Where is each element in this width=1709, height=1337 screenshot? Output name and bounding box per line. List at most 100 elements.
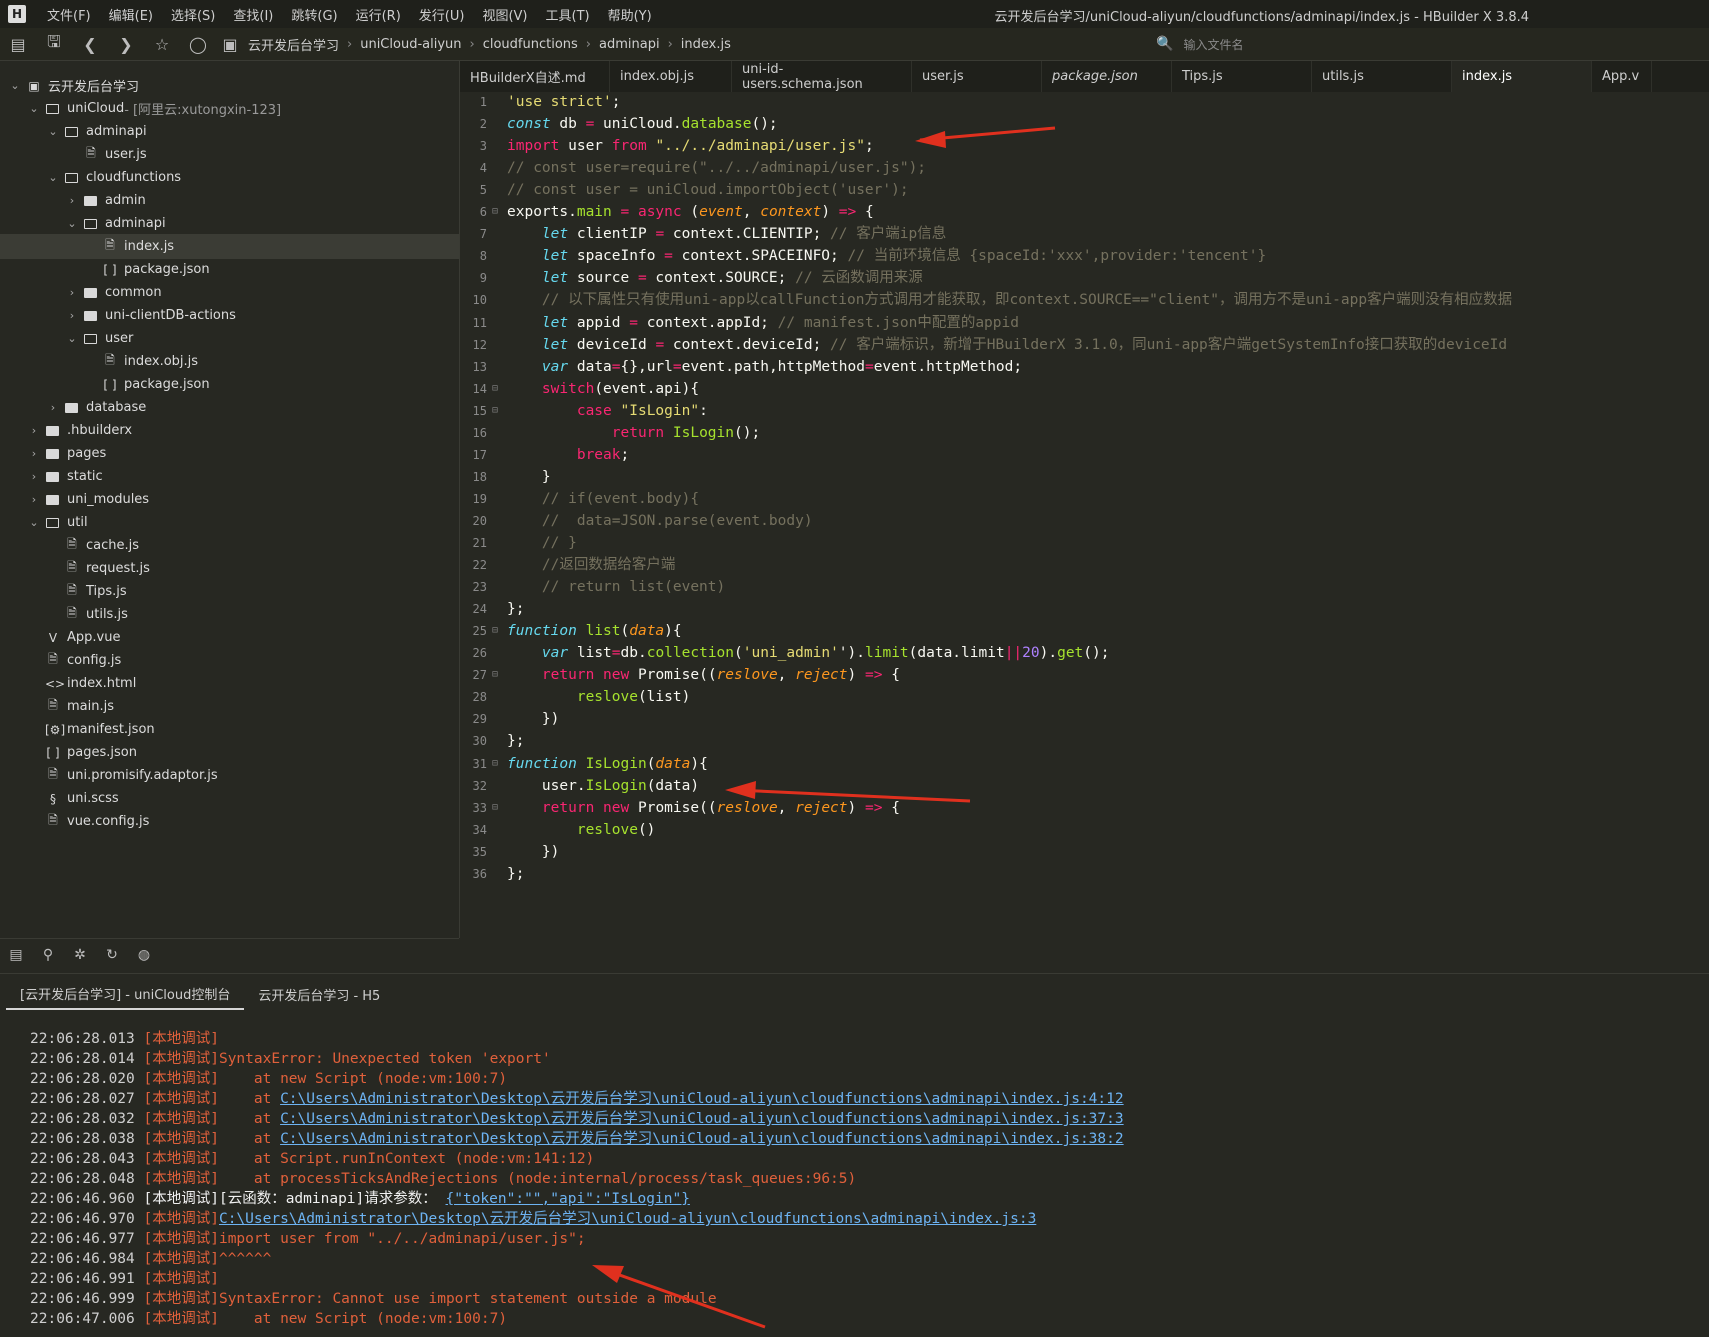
- chevron-down-icon[interactable]: ⌄: [27, 102, 41, 115]
- console-link[interactable]: {"token":"","api":"IsLogin"}: [446, 1191, 690, 1207]
- fold-toggle-icon[interactable]: ⊟: [492, 620, 502, 642]
- tree-item-package-json[interactable]: [ ] package.json: [0, 372, 459, 397]
- tree-item-pages-json[interactable]: [ ] pages.json: [0, 740, 459, 765]
- tree-item-uni-scss[interactable]: § uni.scss: [0, 786, 459, 811]
- chevron-right-icon[interactable]: ›: [65, 286, 79, 299]
- chevron-down-icon[interactable]: ⌄: [27, 516, 41, 529]
- tree-item-uni-promisify-adaptor-js[interactable]: 🗎 uni.promisify.adaptor.js: [0, 763, 459, 788]
- tree-item-index-js[interactable]: 🗎 index.js: [0, 234, 459, 259]
- chevron-right-icon[interactable]: ›: [27, 493, 41, 506]
- tree-item-user[interactable]: ⌄ user: [0, 326, 459, 351]
- back-icon[interactable]: ❮: [72, 29, 108, 59]
- tree-item-unicloud[interactable]: ⌄ uniCloud - [阿里云:xutongxin-123]: [0, 96, 459, 121]
- tab-uni-id-users-schema-json[interactable]: uni-id-users.schema.json: [732, 61, 912, 92]
- tree-item-uni-clientdb-actions[interactable]: › uni-clientDB-actions: [0, 303, 459, 328]
- tree-item-vue-config-js[interactable]: 🗎 vue.config.js: [0, 809, 459, 834]
- tree-item-pages[interactable]: › pages: [0, 441, 459, 466]
- file-search-input[interactable]: 🔍 输入文件名: [1156, 32, 1456, 56]
- menu-item-3[interactable]: 查找(I): [224, 5, 282, 24]
- menu-item-7[interactable]: 视图(V): [473, 5, 536, 24]
- tab-user-js[interactable]: user.js: [912, 61, 1042, 92]
- plugin-icon[interactable]: ⚲: [32, 947, 64, 963]
- chevron-right-icon[interactable]: ›: [65, 309, 79, 322]
- breadcrumb-item[interactable]: index.js: [677, 37, 735, 52]
- tree-item-tips-js[interactable]: 🗎 Tips.js: [0, 579, 459, 604]
- tab-package-json[interactable]: package.json: [1042, 61, 1172, 92]
- menu-item-0[interactable]: 文件(F): [38, 5, 100, 24]
- tree-item-app-vue[interactable]: V App.vue: [0, 625, 459, 650]
- chevron-right-icon[interactable]: ›: [27, 424, 41, 437]
- breadcrumb-item[interactable]: 云开发后台学习: [244, 35, 343, 54]
- git-icon[interactable]: ↻: [96, 947, 128, 963]
- star-icon[interactable]: ☆: [144, 29, 180, 59]
- breadcrumb-item[interactable]: cloudfunctions: [479, 37, 582, 52]
- tree-item-user-js[interactable]: 🗎 user.js: [0, 142, 459, 167]
- chevron-right-icon[interactable]: ›: [46, 401, 60, 414]
- extension-icon[interactable]: ◍: [128, 947, 160, 963]
- tab-index-obj-js[interactable]: index.obj.js: [610, 61, 732, 92]
- run-icon[interactable]: ◯: [180, 29, 216, 59]
- tree-item-common[interactable]: › common: [0, 280, 459, 305]
- fold-toggle-icon[interactable]: ⊟: [492, 753, 502, 775]
- fold-toggle-icon[interactable]: ⊟: [492, 400, 502, 422]
- fold-toggle-icon[interactable]: ⊟: [492, 664, 502, 686]
- console-link[interactable]: C:\Users\Administrator\Desktop\云开发后台学习\u…: [280, 1131, 1124, 1147]
- tree-item-cloudfunctions[interactable]: ⌄ cloudfunctions: [0, 165, 459, 190]
- tree-item-util[interactable]: ⌄ util: [0, 510, 459, 535]
- tab-index-js[interactable]: index.js: [1452, 61, 1592, 92]
- chevron-right-icon[interactable]: ›: [27, 470, 41, 483]
- menu-item-4[interactable]: 跳转(G): [282, 5, 346, 24]
- tree-item-adminapi[interactable]: ⌄ adminapi: [0, 119, 459, 144]
- fold-toggle-icon[interactable]: ⊟: [492, 797, 502, 819]
- chevron-right-icon[interactable]: ›: [65, 194, 79, 207]
- forward-icon[interactable]: ❯: [108, 29, 144, 59]
- fold-toggle-icon[interactable]: ⊟: [492, 378, 502, 400]
- tree-item-utils-js[interactable]: 🗎 utils.js: [0, 602, 459, 627]
- menu-item-1[interactable]: 编辑(E): [100, 5, 162, 24]
- console-tab-0[interactable]: [云开发后台学习] - uniCloud控制台: [6, 978, 245, 1010]
- chevron-down-icon[interactable]: ⌄: [8, 79, 22, 92]
- tree-item-request-js[interactable]: 🗎 request.js: [0, 556, 459, 581]
- tree-item-manifest-json[interactable]: [⚙] manifest.json: [0, 717, 459, 742]
- tree-item-database[interactable]: › database: [0, 395, 459, 420]
- menu-item-5[interactable]: 运行(R): [347, 5, 410, 24]
- console-tab-1[interactable]: 云开发后台学习 - H5: [244, 979, 394, 1009]
- tree-item-hbuilderx[interactable]: › .hbuilderx: [0, 418, 459, 443]
- tree-item-static[interactable]: › static: [0, 464, 459, 489]
- save-icon[interactable]: 🖫: [36, 29, 72, 59]
- fold-toggle-icon[interactable]: ⊟: [492, 201, 502, 223]
- tree-item-uni-modules[interactable]: › uni_modules: [0, 487, 459, 512]
- code-editor[interactable]: 1'use strict'; 2 const db = uniCloud.datab…: [460, 92, 1709, 938]
- breadcrumb-item[interactable]: adminapi: [595, 37, 664, 52]
- new-file-icon[interactable]: ▤: [0, 29, 36, 59]
- tree-item-config-js[interactable]: 🗎 config.js: [0, 648, 459, 673]
- tree-item-index-obj-js[interactable]: 🗎 index.obj.js: [0, 349, 459, 374]
- breadcrumb-item[interactable]: uniCloud-aliyun: [356, 37, 465, 52]
- debug-icon[interactable]: ✲: [64, 947, 96, 963]
- project-manager-icon[interactable]: ▤: [0, 947, 32, 963]
- chevron-down-icon[interactable]: ⌄: [65, 332, 79, 345]
- chevron-down-icon[interactable]: ⌄: [46, 171, 60, 184]
- code-token: ).: [1039, 645, 1058, 662]
- console-link[interactable]: C:\Users\Administrator\Desktop\云开发后台学习\u…: [280, 1091, 1124, 1107]
- tree-item-admin[interactable]: › admin: [0, 188, 459, 213]
- tree-item-package-json[interactable]: [ ] package.json: [0, 257, 459, 282]
- menu-item-9[interactable]: 帮助(Y): [599, 5, 661, 24]
- menu-item-2[interactable]: 选择(S): [162, 5, 224, 24]
- console-link[interactable]: C:\Users\Administrator\Desktop\云开发后台学习\u…: [219, 1211, 1036, 1227]
- chevron-right-icon[interactable]: ›: [27, 447, 41, 460]
- tree-item-cache-js[interactable]: 🗎 cache.js: [0, 533, 459, 558]
- tab-utils-js[interactable]: utils.js: [1312, 61, 1452, 92]
- chevron-down-icon[interactable]: ⌄: [65, 217, 79, 230]
- tab-tips-js[interactable]: Tips.js: [1172, 61, 1312, 92]
- tree-item-item[interactable]: ⌄ ▣ 云开发后台学习: [0, 73, 459, 98]
- tree-item-adminapi[interactable]: ⌄ adminapi: [0, 211, 459, 236]
- tree-item-main-js[interactable]: 🗎 main.js: [0, 694, 459, 719]
- menu-item-8[interactable]: 工具(T): [537, 5, 599, 24]
- tab-app-v[interactable]: App.v: [1592, 61, 1652, 92]
- chevron-down-icon[interactable]: ⌄: [46, 125, 60, 138]
- tab-hbuilderx-md[interactable]: HBuilderX自述.md: [460, 61, 610, 92]
- menu-item-6[interactable]: 发行(U): [410, 5, 474, 24]
- tree-item-index-html[interactable]: <> index.html: [0, 671, 459, 696]
- console-link[interactable]: C:\Users\Administrator\Desktop\云开发后台学习\u…: [280, 1111, 1124, 1127]
